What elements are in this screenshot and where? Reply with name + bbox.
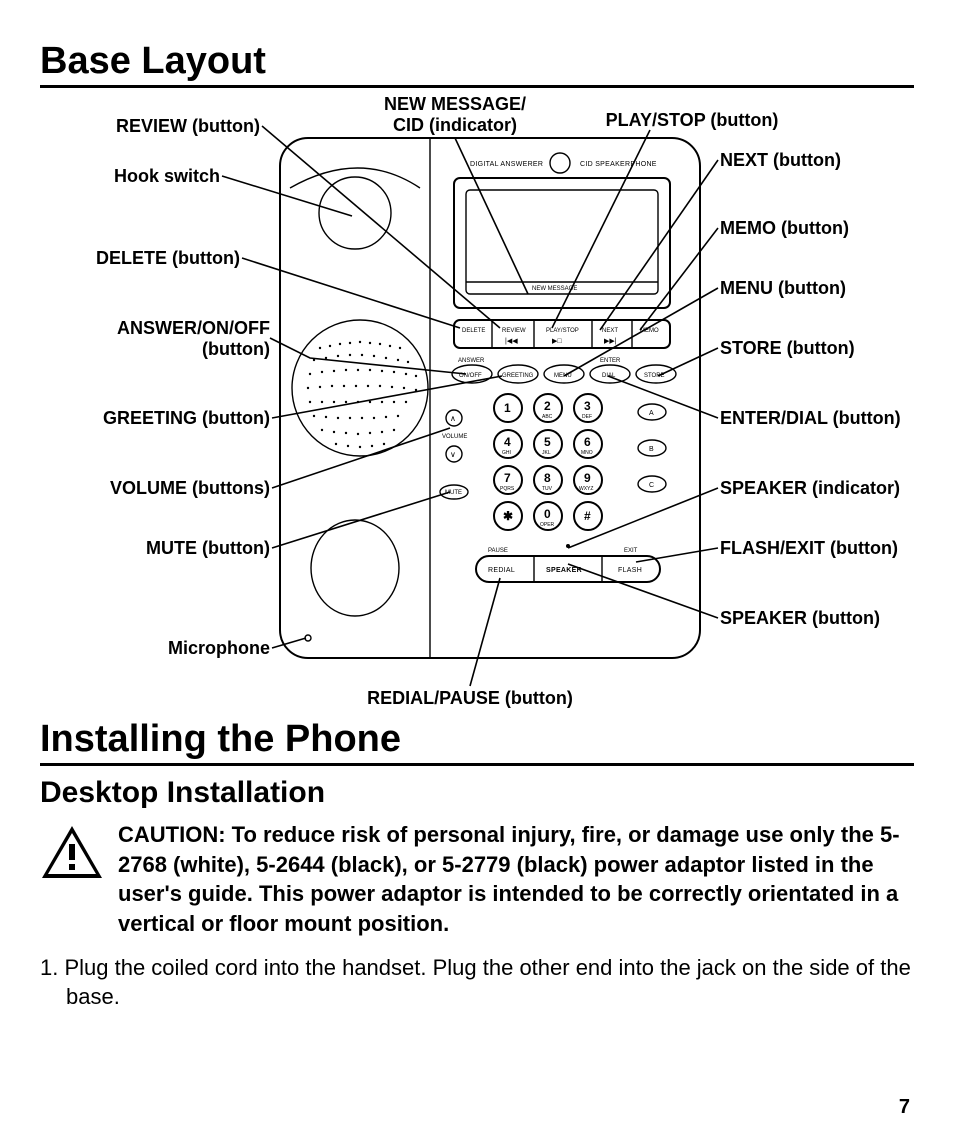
svg-text:DIAL: DIAL [602, 373, 616, 379]
svg-text:SPEAKER: SPEAKER [546, 567, 582, 574]
svg-text:REDIAL: REDIAL [488, 567, 515, 574]
callout-flash-exit: FLASH/EXIT (button) [720, 538, 898, 559]
svg-text:PAUSE: PAUSE [488, 548, 508, 554]
base-layout-diagram: REVIEW (button) Hook switch DELETE (butt… [40, 98, 914, 718]
svg-text:9: 9 [584, 471, 591, 485]
caution-block: CAUTION: To reduce risk of personal inju… [40, 820, 914, 939]
svg-text:ABC: ABC [542, 414, 553, 420]
svg-text:NEW MESSAGE: NEW MESSAGE [532, 286, 577, 292]
svg-text:ENTER: ENTER [600, 358, 621, 364]
callout-answer-on-off: ANSWER/ON/OFF(button) [40, 318, 270, 359]
svg-text:JKL: JKL [542, 450, 551, 456]
svg-text:OPER: OPER [540, 522, 555, 528]
svg-text:|◀◀: |◀◀ [505, 338, 518, 345]
callout-next: NEXT (button) [720, 150, 841, 171]
svg-text:8: 8 [544, 471, 551, 485]
svg-text:CID SPEAKERPHONE: CID SPEAKERPHONE [580, 161, 657, 168]
warning-icon [40, 820, 104, 885]
callout-greeting: GREETING (button) [40, 408, 270, 429]
callout-review: REVIEW (button) [40, 116, 260, 137]
svg-text:#: # [584, 509, 591, 523]
svg-text:GHI: GHI [502, 450, 511, 456]
callout-menu: MENU (button) [720, 278, 846, 299]
install-step-1: 1. Plug the coiled cord into the handset… [40, 953, 914, 1012]
svg-text:∧: ∧ [450, 414, 456, 423]
svg-text:4: 4 [504, 435, 511, 449]
svg-text:EXIT: EXIT [624, 548, 638, 554]
callout-volume: VOLUME (buttons) [40, 478, 270, 499]
svg-text:FLASH: FLASH [618, 567, 642, 574]
svg-text:PQRS: PQRS [500, 486, 515, 492]
heading-base-layout: Base Layout [40, 40, 914, 88]
svg-text:B: B [649, 446, 654, 453]
phone-illustration: DIGITAL ANSWERER CID SPEAKERPHONE NEW ME… [270, 128, 710, 688]
svg-text:MNO: MNO [581, 450, 593, 456]
svg-text:WXYZ: WXYZ [579, 486, 593, 492]
callout-delete: DELETE (button) [40, 248, 240, 269]
svg-text:0: 0 [544, 507, 551, 521]
svg-text:MUTE: MUTE [445, 490, 462, 496]
svg-text:▶□: ▶□ [552, 338, 562, 345]
svg-text:A: A [649, 410, 654, 417]
svg-text:C: C [649, 482, 654, 489]
svg-text:PLAY/STOP: PLAY/STOP [546, 328, 579, 334]
svg-text:7: 7 [504, 471, 511, 485]
callout-speaker-indicator: SPEAKER (indicator) [720, 478, 900, 499]
svg-text:MENU: MENU [554, 373, 572, 379]
svg-text:ANSWER: ANSWER [458, 358, 485, 364]
svg-text:DEF: DEF [582, 414, 592, 420]
svg-text:∨: ∨ [450, 450, 456, 459]
svg-text:VOLUME: VOLUME [442, 434, 467, 440]
callout-memo: MEMO (button) [720, 218, 849, 239]
callout-enter-dial: ENTER/DIAL (button) [720, 408, 901, 429]
heading-installing: Installing the Phone [40, 718, 914, 766]
callout-microphone: Microphone [40, 638, 270, 659]
svg-text:6: 6 [584, 435, 591, 449]
svg-text:DIGITAL ANSWERER: DIGITAL ANSWERER [470, 161, 543, 168]
callout-hook-switch: Hook switch [40, 166, 220, 187]
svg-text:REVIEW: REVIEW [502, 328, 526, 334]
svg-text:MEMO: MEMO [640, 328, 659, 334]
heading-desktop-installation: Desktop Installation [40, 776, 914, 810]
callout-store: STORE (button) [720, 338, 855, 359]
callout-speaker-button: SPEAKER (button) [720, 608, 880, 629]
callout-redial-pause: REDIAL/PAUSE (button) [340, 688, 600, 709]
svg-text:2: 2 [544, 399, 551, 413]
caution-text: CAUTION: To reduce risk of personal inju… [118, 820, 914, 939]
svg-text:STORE: STORE [644, 373, 665, 379]
svg-text:GREETING: GREETING [502, 373, 534, 379]
svg-text:NEXT: NEXT [602, 328, 618, 334]
svg-text:▶▶|: ▶▶| [604, 338, 617, 345]
svg-text:5: 5 [544, 435, 551, 449]
svg-text:✱: ✱ [503, 509, 513, 523]
page-number: 7 [899, 1096, 910, 1119]
callout-mute: MUTE (button) [40, 538, 270, 559]
svg-text:TUV: TUV [542, 486, 553, 492]
svg-text:3: 3 [584, 399, 591, 413]
svg-text:DELETE: DELETE [462, 328, 485, 334]
svg-text:1: 1 [504, 401, 511, 415]
svg-text:ON/OFF: ON/OFF [459, 373, 482, 379]
